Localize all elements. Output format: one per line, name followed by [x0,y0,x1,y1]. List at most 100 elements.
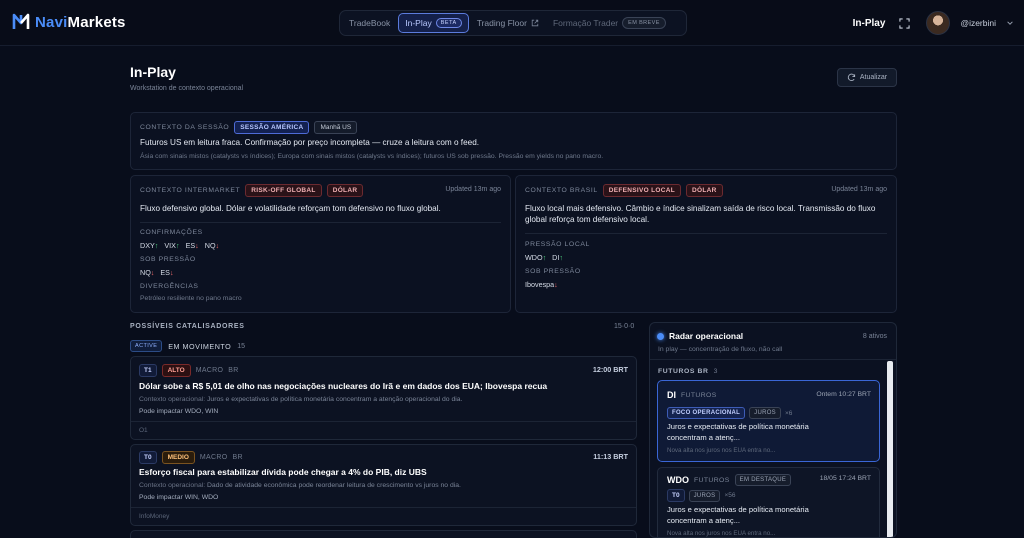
session-tag: SESSÃO AMÉRICA [234,121,310,134]
symbol-indicator: VIX↑ [164,241,180,250]
tab-trading-floor[interactable]: Trading Floor [471,13,545,33]
symbol-indicator: NQ↓ [204,241,220,250]
catalyst-card[interactable]: T1 ALTO MACRO BR 12:00 BRT Dólar sobe a … [130,356,637,440]
pressure-label: SOB PRESSÃO [525,268,581,275]
header-right: In-Play @izerbini [853,10,1014,36]
driver-tag: DÓLAR [685,184,723,197]
arrow-up-icon: ↑ [154,241,159,250]
divider [131,421,636,422]
asset-summary: Juros e expectativas de política monetár… [667,505,809,525]
tab-tradebook-label: TradeBook [349,18,391,28]
catalyst-context: Contexto operacional: Juros e expectativ… [139,396,463,403]
logo-icon [12,13,30,29]
asset-time: Ontem 10:27 BRT [816,391,871,398]
tab-formacao-label: Formação Trader [552,18,619,28]
pressure-list: NQ↓ ES↓ [140,268,174,277]
arrow-down-icon: ↓ [169,268,174,277]
asset-kind: FUTUROS [681,391,717,399]
local-pressure-list: WDO↑ DI↑ [525,253,563,262]
updated-timestamp: Updated 13m ago [445,186,501,193]
catalyst-impact: Pode impactar WIN, WDO [139,494,219,501]
tab-trading-floor-label: Trading Floor [476,18,527,28]
arrow-up-icon: ↑ [542,253,547,262]
fullscreen-icon[interactable] [899,17,911,29]
radar-count: 8 ativos [862,333,887,340]
theme-tag: JUROS [749,407,781,419]
priority-badge: ALTO [161,364,191,377]
regime-tag: DEFENSIVO LOCAL [602,184,681,197]
session-window-tag: Manhã US [314,121,358,134]
brand-name: NaviMarkets [35,13,126,31]
confirmations-list: DXY↑ VIX↑ ES↓ NQ↓ [140,241,219,250]
group-label: FUTUROS BR [658,368,709,375]
pressure-list: Ibovespa↓ [525,280,558,289]
divergences-label: DIVERGÊNCIAS [140,283,199,290]
brasil-context-card: CONTEXTO BRASIL DEFENSIVO LOCAL DÓLAR Up… [515,175,897,313]
arrow-up-icon: ↑ [559,253,563,262]
updated-timestamp: Updated 13m ago [831,186,887,193]
tier-badge: T0 [139,451,157,464]
session-context-card: CONTEXTO DA SESSÃO SESSÃO AMÉRICA Manhã … [130,112,897,170]
username[interactable]: @izerbini [960,18,996,28]
intermarket-context-card: CONTEXTO INTERMARKET RISK-OFF GLOBAL DÓL… [130,175,511,313]
top-navigation-bar: NaviMarkets TradeBook In-Play BETA Tradi… [0,0,1024,46]
focus-tag: FOCO OPERACIONAL [667,407,746,419]
asset-symbol: DI [667,390,676,400]
tab-tradebook[interactable]: TradeBook [343,13,396,33]
page-subtitle: Workstation de contexto operacional [130,85,244,92]
symbol-indicator: ES↓ [185,241,199,250]
tab-formacao-trader[interactable]: Formação Trader EM BREVE [547,13,672,33]
intermarket-label: CONTEXTO INTERMARKET [140,187,241,194]
region-label: BR [228,367,239,374]
tab-inplay-label: In-Play [405,18,432,28]
confirmations-label: CONFIRMAÇÕES [140,229,203,236]
pressure-label: SOB PRESSÃO [140,256,196,263]
catalyst-title: Esforço fiscal para estabilizar dívida p… [139,467,427,477]
tab-inplay[interactable]: In-Play BETA [398,13,469,33]
priority-badge: MEDIO [161,451,195,464]
brasil-headline: Fluxo local mais defensivo. Câmbio e índ… [525,204,876,224]
main-nav-tabs: TradeBook In-Play BETA Trading Floor For… [339,10,687,36]
catalyst-time: 11:13 BRT [593,452,628,461]
catalysts-title: POSSÍVEIS CATALISADORES [130,323,245,330]
active-badge[interactable]: ACTIVE [130,340,163,352]
catalyst-time: 12:00 BRT [592,365,628,374]
refresh-label: Atualizar [859,74,888,81]
brand-logo[interactable]: NaviMarkets [12,13,126,31]
theme-tag: JUROS [688,489,721,502]
group-count: 3 [713,368,718,375]
mention-multiplier: ×6 [784,409,793,417]
regime-tag: RISK-OFF GLOBAL [245,184,322,197]
symbol-indicator: DXY↑ [140,241,159,250]
asset-footnote: Nova alta nos juros nos EUA entra no... [667,530,776,537]
header-context-title: In-Play [852,17,886,29]
asset-card-di[interactable]: DI FUTUROS Ontem 10:27 BRT FOCO OPERACIO… [657,380,880,462]
symbol-indicator: Ibovespa↓ [525,280,558,289]
divider [650,359,896,360]
catalyst-context: Contexto operacional: Dado de atividade … [139,482,461,489]
page-title: In-Play [130,64,176,80]
radar-subtitle: In play — concentração de fluxo, não cal… [658,346,783,353]
avatar[interactable] [926,11,951,35]
asset-summary: Juros e expectativas de política monetár… [667,422,809,442]
scrollbar[interactable] [887,361,893,537]
catalyst-source: InfoMoney [139,513,170,520]
tier-badge: T1 [139,364,157,377]
highlight-tag: EM DESTAQUE [734,474,792,486]
arrow-up-icon: ↑ [175,241,180,250]
region-label: BR [232,454,243,461]
catalysts-count: 15·0·0 [614,323,635,330]
catalysts-filter-row: ACTIVE EM MOVIMENTO 15 [130,340,245,352]
asset-time: 18/05 17:24 BRT [819,475,871,482]
local-pressure-label: PRESSÃO LOCAL [525,241,590,248]
brasil-label: CONTEXTO BRASIL [525,187,598,194]
asset-symbol: WDO [667,475,689,485]
beta-badge: BETA [435,18,462,28]
chevron-down-icon[interactable] [1006,19,1014,27]
category-label: MACRO [199,454,228,461]
catalyst-card[interactable] [130,530,637,538]
catalyst-card[interactable]: T0 MEDIO MACRO BR 11:13 BRT Esforço fisc… [130,444,637,526]
asset-card-wdo[interactable]: WDO FUTUROS EM DESTAQUE 18/05 17:24 BRT … [657,467,880,537]
refresh-button[interactable]: Atualizar [837,68,897,87]
moving-label: EM MOVIMENTO [168,341,232,351]
